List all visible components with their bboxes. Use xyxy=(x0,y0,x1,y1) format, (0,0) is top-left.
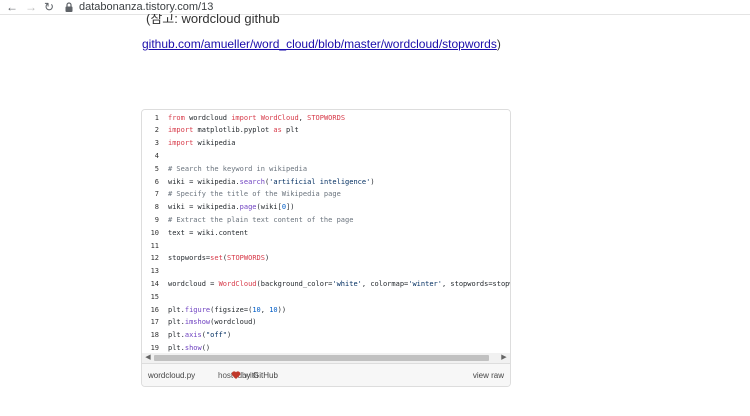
code-text: plt.show() xyxy=(168,343,211,352)
code-text: wordcloud = WordCloud(background_color='… xyxy=(168,279,510,288)
reference-link-line: github.com/amueller/word_cloud/blob/mast… xyxy=(142,37,501,51)
code-line: 14 wordcloud = WordCloud(background_color… xyxy=(142,278,510,291)
code-text: plt.figure(figsize=(10, 10)) xyxy=(168,305,287,314)
gist-embed: 1 from wordcloud import WordCloud, STOPWO… xyxy=(141,109,511,387)
code-text: wiki = wikipedia.search('artificial inte… xyxy=(168,177,375,186)
section-heading: (참고: wordcloud github xyxy=(146,14,280,26)
gist-file-link[interactable]: wordcloud.py xyxy=(148,371,195,380)
code-line: 12 stopwords=set(STOPWORDS) xyxy=(142,252,510,265)
code-line: 13 xyxy=(142,265,510,278)
code-block[interactable]: 1 from wordcloud import WordCloud, STOPWO… xyxy=(142,110,510,353)
code-line: 11 xyxy=(142,240,510,253)
line-number[interactable]: 5 xyxy=(142,163,159,176)
line-number[interactable]: 1 xyxy=(142,112,159,125)
scroll-right-icon[interactable]: ▶ xyxy=(500,353,508,363)
code-text: plt.imshow(wordcloud) xyxy=(168,318,257,327)
code-line: 7 # Specify the title of the Wikipedia pa… xyxy=(142,188,510,201)
line-number[interactable]: 6 xyxy=(142,176,159,189)
line-number[interactable]: 4 xyxy=(142,150,159,163)
line-number[interactable]: 2 xyxy=(142,124,159,137)
code-text: text = wiki.content xyxy=(168,228,249,237)
code-line: 15 xyxy=(142,291,510,304)
code-line: 1 from wordcloud import WordCloud, STOPWO… xyxy=(142,112,510,125)
code-line: 16 plt.figure(figsize=(10, 10)) xyxy=(142,304,510,317)
by-text: by xyxy=(242,371,251,380)
code-line: 8 wiki = wikipedia.page(wiki[0]) xyxy=(142,201,510,214)
code-text: # Search the keyword in wikipedia xyxy=(168,164,308,173)
line-number[interactable]: 17 xyxy=(142,316,159,329)
gist-footer: wordcloud.py hosted with by GitHub view … xyxy=(142,363,510,386)
view-raw-link[interactable]: view raw xyxy=(473,371,504,380)
lock-icon[interactable] xyxy=(63,1,75,13)
browser-toolbar: ← → ↻ databonanza.tistory.com/13 xyxy=(0,0,750,15)
line-number[interactable]: 15 xyxy=(142,291,159,304)
code-text: from wordcloud import WordCloud, STOPWOR… xyxy=(168,113,346,122)
code-line: 18 plt.axis("off") xyxy=(142,329,510,342)
arrow-left-icon[interactable]: ← xyxy=(5,0,19,14)
code-text: # Specify the title of the Wikipedia pag… xyxy=(168,190,341,199)
code-line: 3 import wikipedia xyxy=(142,137,510,150)
code-line: 6 wiki = wikipedia.search('artificial int… xyxy=(142,176,510,189)
code-text: import matplotlib.pyplot as plt xyxy=(168,126,299,135)
code-line: 9 # Extract the plain text content of the… xyxy=(142,214,510,227)
line-number[interactable]: 7 xyxy=(142,188,159,201)
scroll-left-icon[interactable]: ◀ xyxy=(144,353,152,363)
line-number[interactable]: 12 xyxy=(142,252,159,265)
address-bar[interactable]: databonanza.tistory.com/13 xyxy=(79,0,213,14)
line-number[interactable]: 16 xyxy=(142,304,159,317)
line-number[interactable]: 19 xyxy=(142,342,159,353)
horizontal-scrollbar[interactable]: ◀ ▶ xyxy=(142,353,510,363)
code-text: import wikipedia xyxy=(168,139,236,148)
line-number[interactable]: 11 xyxy=(142,240,159,253)
stopwords-link[interactable]: github.com/amueller/word_cloud/blob/mast… xyxy=(142,37,497,51)
github-link[interactable]: GitHub xyxy=(253,371,278,380)
code-line: 2 import matplotlib.pyplot as plt xyxy=(142,124,510,137)
code-line: 4 xyxy=(142,150,510,163)
code-text: plt.axis("off") xyxy=(168,331,232,340)
line-number[interactable]: 13 xyxy=(142,265,159,278)
line-number[interactable]: 10 xyxy=(142,227,159,240)
arrow-right-icon[interactable]: → xyxy=(24,0,38,14)
reload-icon[interactable]: ↻ xyxy=(42,0,56,14)
code-line: 10 text = wiki.content xyxy=(142,227,510,240)
scrollbar-thumb[interactable] xyxy=(154,355,489,361)
code-line: 5 # Search the keyword in wikipedia xyxy=(142,163,510,176)
close-paren: ) xyxy=(496,37,501,51)
code-text: # Extract the plain text content of the … xyxy=(168,215,354,224)
line-number[interactable]: 14 xyxy=(142,278,159,291)
code-text: stopwords=set(STOPWORDS) xyxy=(168,254,270,263)
code-line: 19 plt.show() xyxy=(142,342,510,353)
code-line: 17 plt.imshow(wordcloud) xyxy=(142,316,510,329)
line-number[interactable]: 3 xyxy=(142,137,159,150)
heart-icon xyxy=(231,371,241,379)
code-text: wiki = wikipedia.page(wiki[0]) xyxy=(168,203,295,212)
line-number[interactable]: 9 xyxy=(142,214,159,227)
line-number[interactable]: 18 xyxy=(142,329,159,342)
line-number[interactable]: 8 xyxy=(142,201,159,214)
